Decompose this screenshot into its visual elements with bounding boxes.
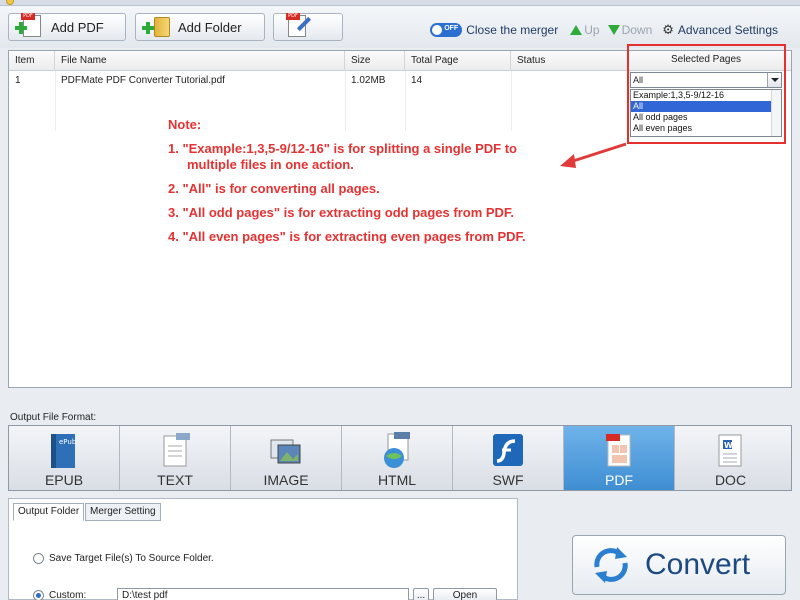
col-status[interactable]: Status bbox=[511, 51, 629, 71]
edit-pdf-button[interactable]: PDF bbox=[273, 13, 343, 41]
flash-icon bbox=[493, 434, 523, 466]
annotation-arrow-icon bbox=[560, 142, 627, 168]
up-arrow-icon[interactable] bbox=[570, 25, 583, 35]
add-folder-label: Add Folder bbox=[178, 19, 242, 35]
down-label[interactable]: Down bbox=[622, 23, 653, 37]
custom-path-input[interactable]: D:\test pdf bbox=[117, 588, 409, 600]
format-epub-button[interactable]: ePub EPUB bbox=[9, 426, 120, 490]
format-html-label: HTML bbox=[377, 472, 417, 488]
custom-label: Custom: bbox=[49, 590, 87, 600]
format-text-button[interactable]: TEXT bbox=[120, 426, 231, 490]
note-line-1: 1. "Example:1,3,5-9/12-16" is for splitt… bbox=[168, 141, 517, 156]
add-folder-button[interactable]: Add Folder bbox=[135, 13, 265, 41]
format-doc-label: DOC bbox=[714, 472, 747, 488]
svg-text:ePub: ePub bbox=[59, 438, 77, 446]
cell-status bbox=[511, 72, 629, 90]
format-text-label: TEXT bbox=[157, 472, 193, 488]
svg-text:W: W bbox=[724, 441, 733, 450]
format-swf-label: SWF bbox=[492, 472, 524, 488]
format-html-button[interactable]: HTML bbox=[342, 426, 453, 490]
tab-output-folder[interactable]: Output Folder bbox=[13, 503, 85, 521]
col-size[interactable]: Size bbox=[345, 51, 405, 71]
custom-folder-radio[interactable] bbox=[33, 590, 44, 600]
edit-pdf-icon: PDF bbox=[280, 13, 312, 40]
format-image-button[interactable]: IMAGE bbox=[231, 426, 342, 490]
format-pdf-button[interactable]: PDF bbox=[564, 426, 675, 490]
down-arrow-icon[interactable] bbox=[607, 25, 620, 35]
save-to-source-radio[interactable] bbox=[33, 553, 44, 564]
close-merger-label: Close the merger bbox=[466, 23, 559, 37]
output-settings-panel: Output Folder Merger Setting Save Target… bbox=[8, 498, 518, 600]
tab-merger-setting[interactable]: Merger Setting bbox=[85, 503, 161, 521]
toolbar: PDF Add PDF Add Folder PDF OFF Close the… bbox=[0, 6, 800, 48]
merger-controls: OFF Close the merger Up Down ⚙ Advanced … bbox=[430, 22, 778, 38]
annotation-note: Note: 1. "Example:1,3,5-9/12-16" is for … bbox=[168, 117, 526, 245]
format-image-label: IMAGE bbox=[263, 472, 309, 488]
app-orb-icon bbox=[6, 0, 14, 5]
note-line-2: 2. "All" is for converting all pages. bbox=[168, 181, 380, 196]
word-doc-icon: W bbox=[718, 434, 742, 467]
output-format-label: Output File Format: bbox=[10, 412, 97, 423]
pdf-icon bbox=[606, 434, 631, 467]
col-item[interactable]: Item bbox=[9, 51, 55, 71]
image-icon bbox=[270, 439, 301, 464]
gear-icon[interactable]: ⚙ bbox=[662, 23, 674, 38]
format-doc-button[interactable]: W DOC bbox=[675, 426, 786, 490]
advanced-settings-link[interactable]: Advanced Settings bbox=[678, 23, 778, 37]
cell-size: 1.02MB bbox=[351, 75, 386, 86]
cell-item: 1 bbox=[15, 75, 21, 86]
add-pdf-label: Add PDF bbox=[51, 19, 104, 35]
convert-refresh-icon bbox=[594, 547, 628, 583]
cell-total-page: 14 bbox=[411, 75, 423, 86]
format-swf-button[interactable]: SWF bbox=[453, 426, 564, 490]
cell-file-name: PDFMate PDF Converter Tutorial.pdf bbox=[61, 75, 225, 86]
html-icon bbox=[384, 432, 410, 468]
col-total-page[interactable]: Total Page bbox=[405, 51, 511, 71]
merger-toggle[interactable]: OFF bbox=[430, 23, 463, 37]
save-to-source-label: Save Target File(s) To Source Folder. bbox=[49, 553, 214, 564]
epub-icon: ePub bbox=[51, 434, 77, 468]
note-line-4: 4. "All even pages" is for extracting ev… bbox=[168, 229, 526, 244]
add-folder-icon bbox=[142, 14, 174, 40]
text-icon bbox=[163, 433, 190, 467]
note-line-1b: multiple files in one action. bbox=[187, 157, 354, 172]
open-folder-button[interactable]: Open bbox=[433, 588, 497, 600]
selected-pages-highlight-box bbox=[627, 44, 786, 144]
convert-button[interactable]: Convert bbox=[572, 535, 786, 595]
note-title: Note: bbox=[168, 117, 202, 132]
output-format-bar: ePub EPUB TEXT IMAGE HTML SWF PDF W DOC bbox=[8, 425, 792, 491]
note-line-3: 3. "All odd pages" is for extracting odd… bbox=[168, 205, 515, 220]
up-label[interactable]: Up bbox=[584, 23, 599, 37]
browse-button[interactable]: ... bbox=[413, 588, 429, 600]
add-pdf-icon: PDF bbox=[15, 13, 47, 40]
col-file-name[interactable]: File Name bbox=[55, 51, 345, 71]
toggle-state-label: OFF bbox=[444, 25, 459, 32]
convert-label: Convert bbox=[645, 548, 751, 581]
add-pdf-button[interactable]: PDF Add PDF bbox=[8, 13, 126, 41]
format-pdf-label: PDF bbox=[605, 472, 633, 488]
format-epub-label: EPUB bbox=[44, 472, 84, 488]
